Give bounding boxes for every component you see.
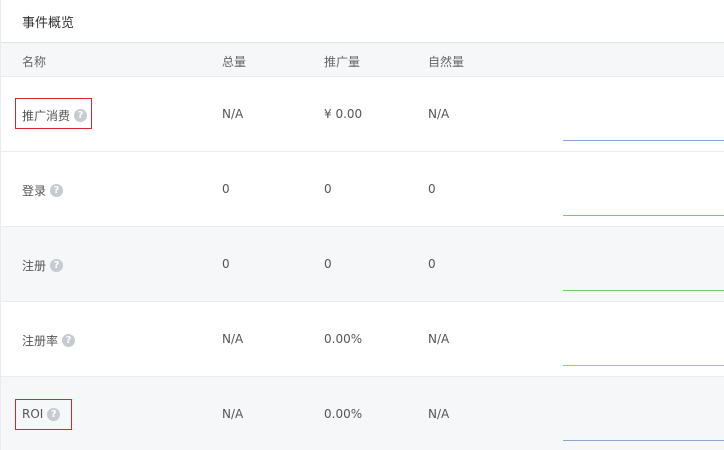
row-promo: 0.00%: [324, 332, 363, 346]
panel-header: 事件概览: [1, 0, 724, 43]
help-circle-icon[interactable]: ?: [74, 109, 88, 122]
trend-sparkline: [563, 365, 724, 366]
row-total: N/A: [222, 107, 244, 121]
row-total: 0: [222, 182, 230, 196]
row-promo: 0: [324, 182, 332, 196]
row-total: 0: [222, 257, 230, 271]
help-circle-icon[interactable]: ?: [50, 259, 64, 272]
help-circle-icon[interactable]: ?: [50, 184, 64, 197]
row-name: 推广消费: [22, 109, 71, 123]
column-header-name: 名称: [22, 55, 47, 69]
panel-title: 事件概览: [22, 15, 75, 31]
row-natural: 0: [428, 257, 436, 271]
trend-sparkline: [563, 140, 724, 141]
row-natural: N/A: [428, 332, 450, 346]
row-promo: 0.00%: [324, 407, 363, 421]
table-row: 登录 ? 0 0 0: [1, 152, 724, 227]
table-row: 注册 ? 0 0 0: [1, 227, 724, 302]
row-name: 注册: [22, 259, 47, 273]
event-overview-panel: 事件概览 名称 总量 推广量 自然量 推广消费 ? N/A ¥ 0.00 N/A…: [0, 0, 724, 450]
row-name-cell: ROI ?: [22, 407, 61, 421]
column-header-total: 总量: [222, 55, 247, 69]
row-natural: N/A: [428, 407, 450, 421]
column-header-promo: 推广量: [324, 55, 361, 69]
table-row: 推广消费 ? N/A ¥ 0.00 N/A: [1, 77, 724, 152]
row-name: ROI: [22, 407, 44, 421]
trend-sparkline: [563, 440, 724, 441]
table-row: 注册率 ? N/A 0.00% N/A: [1, 302, 724, 377]
row-natural: N/A: [428, 107, 450, 121]
row-name: 登录: [22, 184, 47, 198]
row-promo: ¥ 0.00: [324, 107, 363, 121]
row-total: N/A: [222, 407, 244, 421]
row-name-cell: 注册率 ?: [22, 332, 76, 349]
help-circle-icon[interactable]: ?: [47, 407, 61, 421]
row-promo: 0: [324, 257, 332, 271]
table-header: 名称 总量 推广量 自然量: [1, 43, 724, 77]
column-header-natural: 自然量: [428, 55, 465, 69]
row-name-cell: 推广消费 ?: [22, 107, 88, 124]
row-name-cell: 登录 ?: [22, 182, 64, 199]
row-name: 注册率: [22, 334, 59, 348]
trend-sparkline: [563, 215, 724, 216]
table-row: ROI ? N/A 0.00% N/A: [1, 377, 724, 450]
help-circle-icon[interactable]: ?: [62, 334, 76, 347]
row-natural: 0: [428, 182, 436, 196]
trend-sparkline: [563, 290, 724, 291]
row-total: N/A: [222, 332, 244, 346]
row-name-cell: 注册 ?: [22, 257, 64, 274]
